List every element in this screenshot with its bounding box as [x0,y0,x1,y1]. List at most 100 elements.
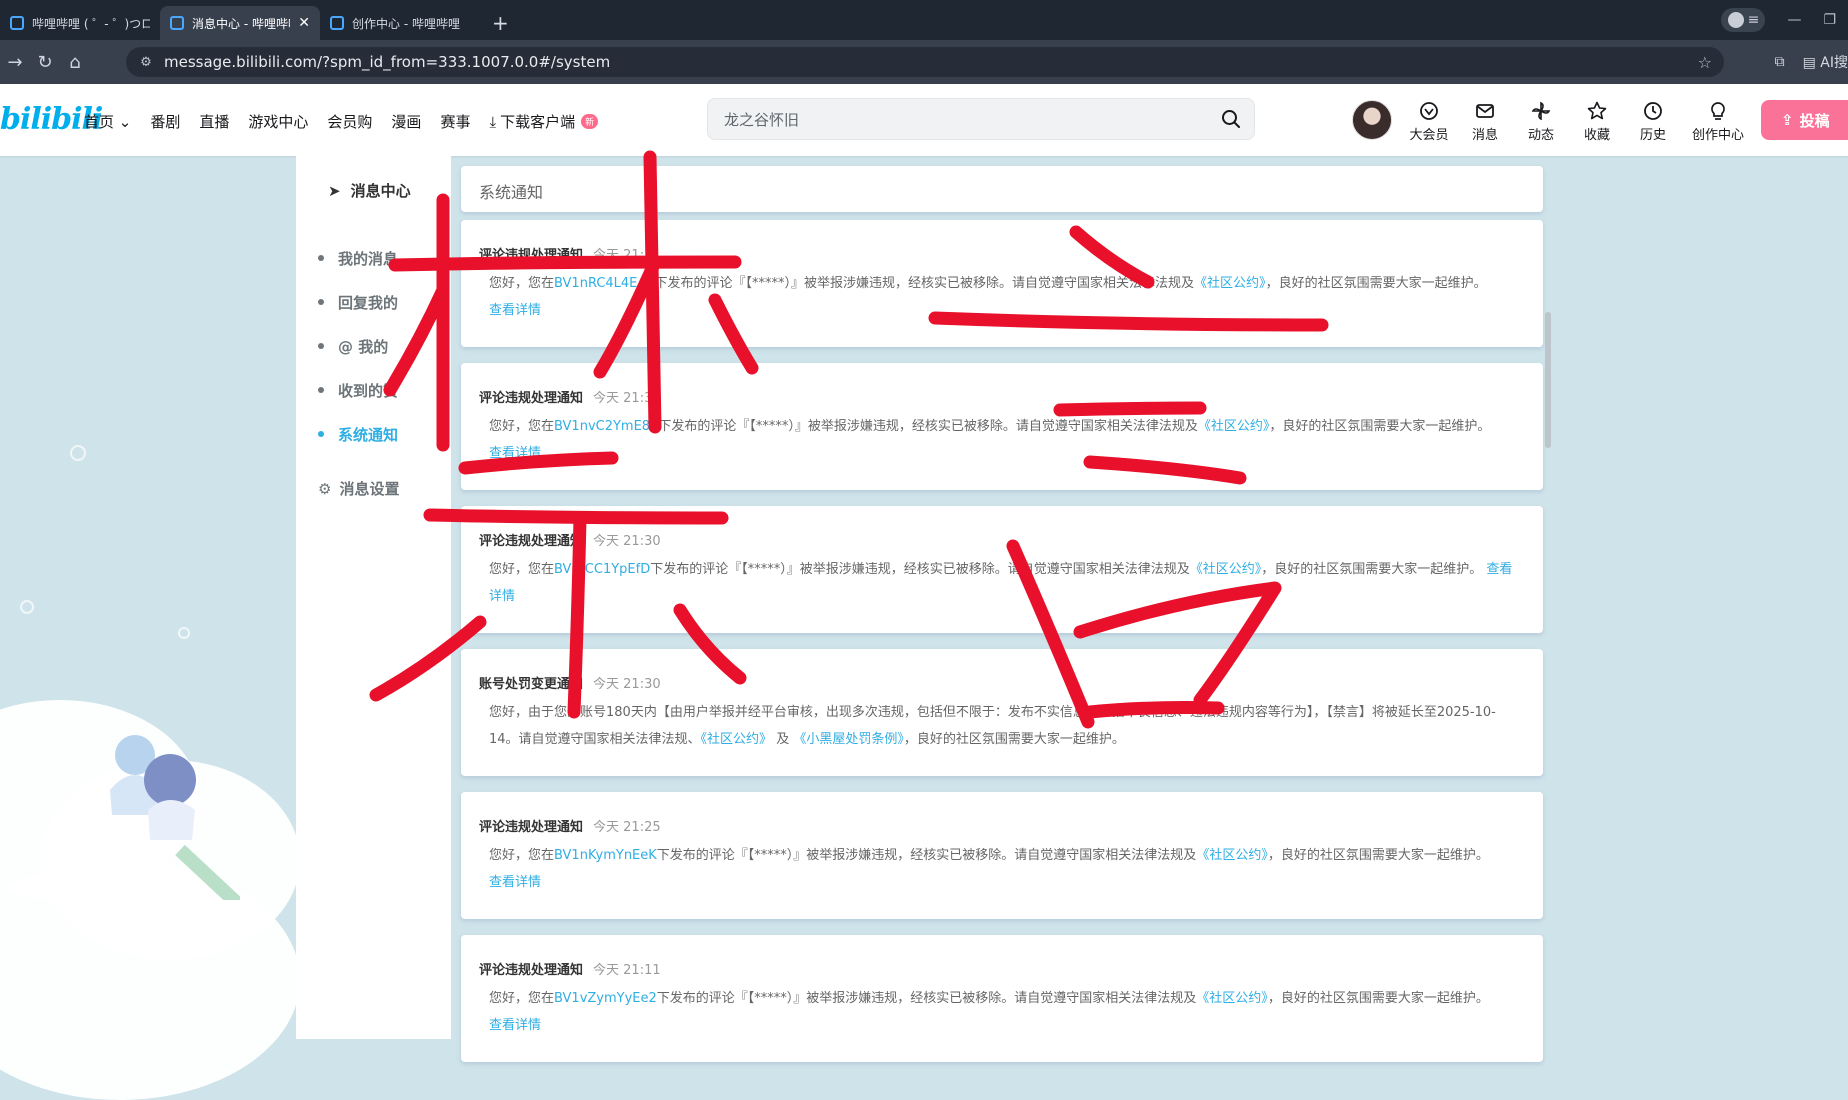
community-rules-link[interactable]: 《社区公约》 [1198,419,1270,434]
notice-body: 您好，您在BV1nRC4L4EAu下发布的评论『【*****）』被举报涉嫌违规，… [479,270,1525,324]
mail-icon [1476,104,1494,118]
page-title-card: 系统通知 [461,166,1543,212]
message-sidebar: ➤ 消息中心 我的消息 回复我的 @ 我的 收到的赞 系统通知 ⚙ 消息设置 [296,156,451,1039]
notice-time: 今天 21:11 [593,963,661,978]
bullet-icon [318,255,324,261]
favorites-entry[interactable]: 收藏 [1576,100,1618,143]
extensions-icon[interactable]: ⧉ [1775,54,1785,70]
new-tab-button[interactable]: + [480,6,521,40]
bilibili-tab-icon [170,16,184,30]
view-detail-link[interactable]: 查看详情 [489,1018,541,1033]
nav-home[interactable]: 首页 ⌄ [84,111,131,132]
notice-body: 您好，您在BV1vZymYyEe2下发布的评论『【*****）』被举报涉嫌违规，… [479,985,1525,1039]
close-tab-icon[interactable]: ✕ [298,15,310,31]
bubble-decoration [70,445,86,461]
penalty-rules-link[interactable]: 《小黑屋处罚条例》 [793,732,904,747]
view-detail-link[interactable]: 查看详情 [489,875,541,890]
entry-label: 历史 [1639,128,1666,143]
browser-tab[interactable]: 哔哩哔哩 ( ゜- ゜)つロ [0,6,160,40]
new-badge: 新 [581,114,599,129]
avatar[interactable] [1352,100,1392,140]
sidebar-title: ➤ 消息中心 [328,180,411,201]
view-detail-link[interactable]: 查看详情 [489,446,541,461]
notice-text: 您好，您在 [489,276,555,291]
view-detail-link[interactable]: 查看详情 [489,303,541,318]
sidebar-item-likes[interactable]: 收到的赞 [318,368,398,412]
notice-card: 账号处罚变更通知 今天 21:30 您好，由于您的账号180天内【由用户举报并经平… [461,649,1543,776]
header-right-entries: 大会员 消息 动态 收藏 历史 创作中心 [1408,100,1748,143]
community-rules-link[interactable]: 《社区公约》 [1194,276,1266,291]
nav-manga[interactable]: 漫画 [391,111,421,132]
sidebar-item-system[interactable]: 系统通知 [318,412,398,456]
browser-tab-active[interactable]: 消息中心 - 哔哩哔哩 ✕ [160,6,320,40]
notice-card: 评论违规处理通知 今天 21:30 您好，您在BV1tCC1YpEfD下发布的评论… [461,506,1543,633]
entry-label: 消息 [1471,128,1498,143]
ai-search-button[interactable]: ▤ AI搜 [1803,52,1848,72]
mascot-illustration [110,735,240,900]
video-link[interactable]: BV1nvC2YmE89 [554,419,658,434]
url-field[interactable]: ⚙ message.bilibili.com/?spm_id_from=333.… [126,47,1724,77]
profile-avatar-icon [1727,12,1744,28]
upload-button[interactable]: ⇪ 投稿 [1761,100,1848,140]
search-bar [707,98,1255,140]
notice-text: ，良好的社区氛围需要大家一起维护。 [1267,991,1489,1006]
video-link[interactable]: BV1vZymYyEe2 [554,991,657,1006]
bullet-icon [318,299,324,305]
notice-body: 您好，您在BV1nKymYnEeK下发布的评论『【*****）』被举报涉嫌违规，… [479,842,1525,896]
message-entry[interactable]: 消息 [1464,100,1506,143]
back-icon[interactable]: → [0,52,30,73]
download-client-link[interactable]: ⤓ 下载客户端 新 [489,111,599,132]
entry-label: 收藏 [1583,128,1610,143]
notice-kind: 评论违规处理通知 [479,391,584,406]
profile-button[interactable]: ≡ [1721,8,1766,32]
notice-kind: 账号处罚变更通知 [479,677,584,692]
bullet-icon [318,387,324,393]
tab-title: 消息中心 - 哔哩哔哩 [192,16,291,31]
minimize-icon[interactable]: — [1787,12,1801,28]
sidebar-item-replies[interactable]: 回复我的 [318,280,398,324]
notice-text: 您好，您在 [489,562,555,577]
video-link[interactable]: BV1nRC4L4EAu [554,276,655,291]
site-info-icon[interactable]: ⚙ [132,55,160,70]
bullet-icon [318,343,324,349]
search-icon[interactable] [1220,108,1242,130]
search-input[interactable] [722,107,1196,133]
page-title: 系统通知 [479,183,544,202]
notice-text: ，良好的社区氛围需要大家一起维护。 [1269,419,1491,434]
notice-body: 您好，您在BV1tCC1YpEfD下发布的评论『【*****）』被举报涉嫌违规，… [479,556,1525,610]
notice-text: 您好，您在 [489,848,555,863]
vip-entry[interactable]: 大会员 [1408,100,1450,143]
community-rules-link[interactable]: 《社区公约》 [701,732,773,747]
video-link[interactable]: BV1tCC1YpEfD [554,562,650,577]
video-link[interactable]: BV1nKymYnEeK [554,848,657,863]
community-rules-link[interactable]: 《社区公约》 [1190,562,1262,577]
community-rules-link[interactable]: 《社区公约》 [1196,991,1268,1006]
reload-icon[interactable]: ↻ [30,52,60,73]
community-rules-link[interactable]: 《社区公约》 [1196,848,1268,863]
nav-live[interactable]: 直播 [199,111,229,132]
clock-icon [1644,102,1662,120]
restore-icon[interactable]: ❐ [1823,12,1836,28]
dynamic-entry[interactable]: 动态 [1520,100,1562,143]
download-icon: ⤓ [489,112,497,131]
nav-mall[interactable]: 会员购 [327,111,372,132]
browser-toolbar-right: ⧉ ▤ AI搜 [1775,52,1848,72]
notice-text: 下发布的评论『【*****）』被举报涉嫌违规，经核实已被移除。请自觉遵守国家相关… [650,562,1190,577]
scrollbar[interactable] [1545,312,1551,448]
history-entry[interactable]: 历史 [1632,100,1674,143]
creator-center-entry[interactable]: 创作中心 [1688,100,1748,143]
message-settings-link[interactable]: ⚙ 消息设置 [318,478,399,499]
notice-time: 今天 21:31 [593,391,661,406]
nav-game-center[interactable]: 游戏中心 [248,111,308,132]
notice-text: ，良好的社区氛围需要大家一起维护。 [1267,848,1489,863]
home-icon[interactable]: ⌂ [60,52,90,73]
notice-text: ，良好的社区氛围需要大家一起维护。 [1261,562,1483,577]
sidebar-item-mentions[interactable]: @ 我的 [318,324,398,368]
bookmark-star-icon[interactable]: ☆ [1698,53,1712,72]
browser-tab[interactable]: 创作中心 - 哔哩哔哩 [320,6,480,40]
gear-icon: ⚙ [318,479,332,498]
nav-anime[interactable]: 番剧 [150,111,180,132]
sidebar-item-my-messages[interactable]: 我的消息 [318,236,398,280]
bilibili-tab-icon [10,16,24,30]
nav-esports[interactable]: 赛事 [440,111,470,132]
